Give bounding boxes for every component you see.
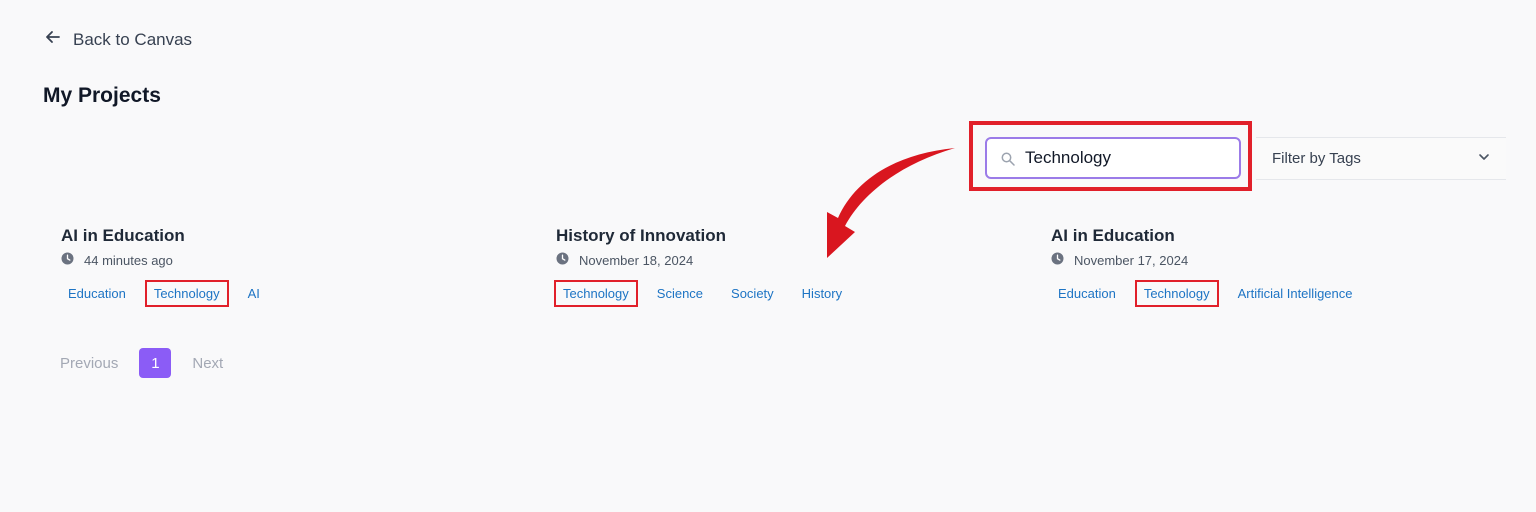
previous-button[interactable]: Previous: [60, 355, 118, 372]
page-title: My Projects: [43, 84, 161, 107]
project-meta: November 17, 2024: [1051, 252, 1372, 268]
search-highlight-annotation: [969, 121, 1252, 191]
tag[interactable]: Artificial Intelligence: [1229, 280, 1362, 307]
tag-highlighted[interactable]: Technology: [144, 280, 229, 307]
back-to-canvas-link[interactable]: Back to Canvas: [43, 27, 192, 52]
project-meta: November 18, 2024: [556, 252, 861, 268]
project-time: November 17, 2024: [1074, 252, 1189, 268]
tag[interactable]: Society: [722, 280, 783, 307]
next-button[interactable]: Next: [192, 355, 223, 372]
project-card[interactable]: History of Innovation November 18, 2024 …: [554, 226, 861, 307]
tag-list: Education Technology AI: [59, 280, 279, 307]
project-card[interactable]: AI in Education November 17, 2024 Educat…: [1051, 226, 1372, 307]
clock-icon: [61, 252, 74, 268]
clock-icon: [556, 252, 569, 268]
tag-highlighted[interactable]: Technology: [1134, 280, 1219, 307]
tag-list: Education Technology Artificial Intellig…: [1049, 280, 1372, 307]
tag[interactable]: AI: [239, 280, 269, 307]
project-title: AI in Education: [61, 226, 185, 245]
tag[interactable]: Science: [648, 280, 712, 307]
filter-by-tags-select[interactable]: Filter by Tags: [1256, 137, 1506, 180]
back-link-label: Back to Canvas: [73, 29, 193, 49]
clock-icon: [1051, 252, 1064, 268]
tag[interactable]: History: [793, 280, 851, 307]
chevron-down-icon: [1478, 150, 1490, 167]
project-title: History of Innovation: [556, 226, 726, 245]
project-meta: 44 minutes ago: [61, 252, 279, 268]
arrow-left-icon: [43, 27, 63, 52]
page-number-button[interactable]: 1: [139, 348, 172, 378]
project-card[interactable]: AI in Education 44 minutes ago Education…: [61, 226, 279, 307]
filter-label: Filter by Tags: [1272, 150, 1361, 167]
tag-highlighted[interactable]: Technology: [554, 280, 638, 307]
pagination: Previous 1 Next: [60, 348, 223, 378]
project-title: AI in Education: [1051, 226, 1175, 245]
tag-list: Technology Science Society History: [554, 280, 861, 307]
tag[interactable]: Education: [59, 280, 135, 307]
project-time: November 18, 2024: [579, 252, 694, 268]
project-time: 44 minutes ago: [84, 252, 173, 268]
tag[interactable]: Education: [1049, 280, 1125, 307]
